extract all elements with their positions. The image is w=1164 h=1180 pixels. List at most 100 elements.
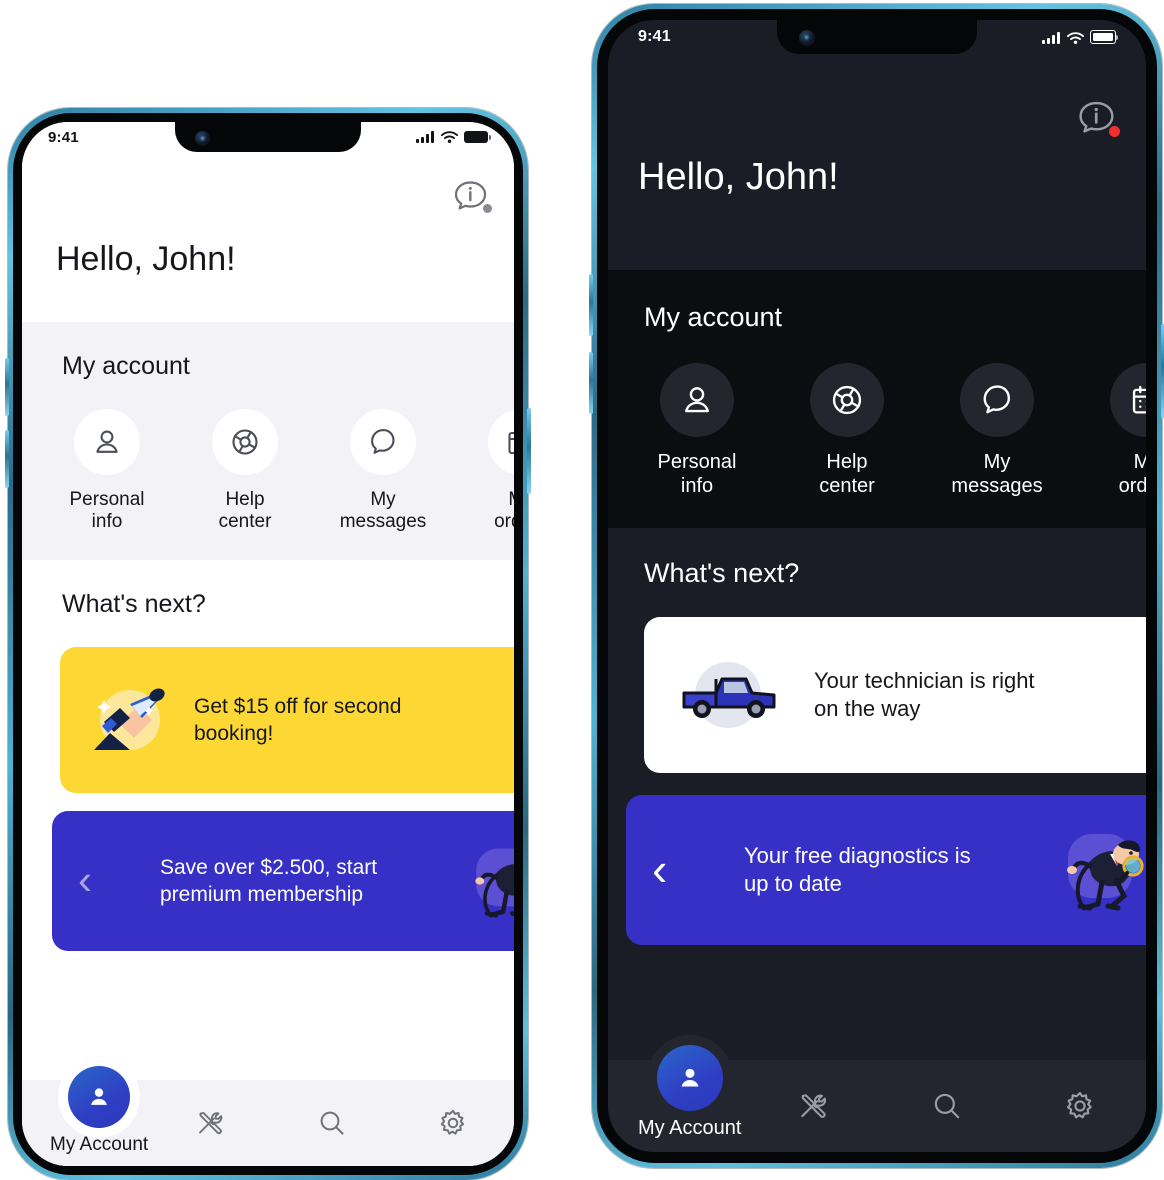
- battery-icon: [1090, 30, 1116, 44]
- tile-label: Personal info: [70, 489, 145, 534]
- status-card-technician[interactable]: Your technician is right on the way ›: [644, 617, 1146, 773]
- status-bar: 9:41: [608, 20, 1146, 54]
- nav-item-search[interactable]: [271, 1108, 392, 1138]
- calendar-icon: [505, 426, 514, 458]
- notification-badge: [483, 204, 492, 213]
- tile-icon-wrap: [810, 363, 884, 437]
- lifebuoy-icon: [229, 426, 261, 458]
- nav-account-label: My Account: [638, 1117, 741, 1140]
- nav-item-tools[interactable]: [748, 1090, 881, 1122]
- tile-label: My orders: [494, 489, 514, 534]
- nav-item-settings[interactable]: [1013, 1090, 1146, 1122]
- tile-my-orders[interactable]: My orders: [462, 409, 514, 534]
- promo-card-text: Your free diagnostics is up to date: [744, 842, 980, 899]
- tile-label: Help center: [819, 451, 875, 498]
- person-icon: [675, 1063, 705, 1093]
- phone-light: 9:41: [8, 108, 528, 1180]
- greeting-title: Hello, John!: [638, 156, 839, 199]
- tile-icon-wrap: [488, 409, 514, 475]
- person-icon: [91, 426, 123, 458]
- tile-label: My messages: [340, 489, 427, 534]
- phone-screen-light: 9:41: [22, 122, 514, 1166]
- cellular-bars-icon: [416, 131, 434, 143]
- battery-icon: [464, 131, 488, 143]
- tile-personal-info[interactable]: Personal info: [48, 409, 166, 534]
- calendar-icon: [1129, 382, 1146, 418]
- power-button[interactable]: [527, 408, 531, 494]
- tile-help-center[interactable]: Help center: [186, 409, 304, 534]
- chat-bubble-icon: [979, 382, 1015, 418]
- search-icon: [317, 1108, 347, 1138]
- pickup-truck-icon: [676, 655, 780, 735]
- lifebuoy-icon: [829, 382, 865, 418]
- nav-item-tools[interactable]: [150, 1108, 271, 1138]
- tile-icon-wrap: [960, 363, 1034, 437]
- wifi-icon: [1067, 32, 1083, 44]
- my-account-title: My account: [62, 352, 514, 381]
- info-chat-button[interactable]: [1074, 98, 1120, 142]
- whats-next-title: What's next?: [62, 590, 514, 619]
- tile-icon-wrap: [660, 363, 734, 437]
- chevron-left-icon[interactable]: ‹: [78, 859, 92, 901]
- tile-my-messages[interactable]: My messages: [934, 363, 1060, 498]
- wifi-icon: [441, 131, 457, 143]
- promo-card-text: Save over $2.500, start premium membersh…: [160, 854, 400, 909]
- person-icon: [679, 382, 715, 418]
- volume-up-button[interactable]: [589, 274, 593, 336]
- avatar: [657, 1045, 723, 1111]
- my-account-section: My account Personal info Hel: [22, 322, 514, 560]
- tile-my-orders[interactable]: My orders: [1084, 363, 1146, 498]
- volume-down-button[interactable]: [5, 430, 9, 488]
- account-tiles: Personal info Help center: [22, 409, 514, 534]
- tile-icon-wrap: [74, 409, 140, 475]
- whats-next-title: What's next?: [644, 558, 1146, 589]
- tile-icon-wrap: [350, 409, 416, 475]
- status-card-text: Your technician is right on the way: [814, 667, 1064, 724]
- status-icons: [416, 131, 488, 143]
- gear-icon: [438, 1108, 468, 1138]
- person-icon: [85, 1083, 113, 1111]
- status-bar: 9:41: [22, 122, 514, 152]
- tile-my-messages[interactable]: My messages: [324, 409, 442, 534]
- phone-dark: 9:41: [592, 4, 1162, 1168]
- tile-label: My orders: [1119, 451, 1146, 498]
- volume-up-button[interactable]: [5, 358, 9, 416]
- tile-icon-wrap: [1110, 363, 1146, 437]
- tile-label: My messages: [951, 451, 1042, 498]
- my-account-title: My account: [644, 302, 1146, 333]
- app-header: Hello, John!: [608, 20, 1146, 270]
- tile-personal-info[interactable]: Personal info: [634, 363, 760, 498]
- volume-down-button[interactable]: [589, 352, 593, 414]
- app-header: Hello, John!: [22, 122, 514, 322]
- promo-card-membership[interactable]: ‹ Save over $2.500, start premium member…: [52, 811, 514, 951]
- detective-icon: [1050, 820, 1146, 920]
- tile-icon-wrap: [212, 409, 278, 475]
- gear-icon: [1064, 1090, 1096, 1122]
- nav-item-my-account[interactable]: My Account: [50, 1066, 148, 1156]
- chat-bubble-icon: [367, 426, 399, 458]
- tools-icon: [196, 1108, 226, 1138]
- avatar: [68, 1066, 130, 1128]
- nav-item-search[interactable]: [881, 1090, 1014, 1122]
- search-icon: [931, 1090, 963, 1122]
- promo-card-discount[interactable]: Get $15 off for second booking! ›: [60, 647, 514, 793]
- tile-label: Personal info: [658, 451, 737, 498]
- promo-card-text: Get $15 off for second booking!: [194, 693, 414, 748]
- promo-card-diagnostics[interactable]: ‹ Your free diagnostics is up to date: [626, 795, 1146, 945]
- app-light: Hello, John! My account Personal info: [22, 122, 514, 1166]
- notification-badge: [1109, 126, 1120, 137]
- tile-help-center[interactable]: Help center: [784, 363, 910, 498]
- status-icons: [1042, 30, 1116, 44]
- status-time: 9:41: [48, 129, 79, 146]
- tools-icon: [798, 1090, 830, 1122]
- megaphone-icon: [86, 678, 170, 762]
- nav-account-label: My Account: [50, 1134, 148, 1156]
- nav-item-settings[interactable]: [393, 1108, 514, 1138]
- greeting-title: Hello, John!: [56, 240, 236, 279]
- tile-label: Help center: [219, 489, 272, 534]
- screenshot-stage: 9:41: [0, 0, 1164, 1172]
- info-chat-button[interactable]: [450, 178, 492, 218]
- chevron-left-icon[interactable]: ‹: [652, 846, 667, 892]
- cellular-bars-icon: [1042, 32, 1060, 44]
- nav-item-my-account[interactable]: My Account: [638, 1045, 741, 1140]
